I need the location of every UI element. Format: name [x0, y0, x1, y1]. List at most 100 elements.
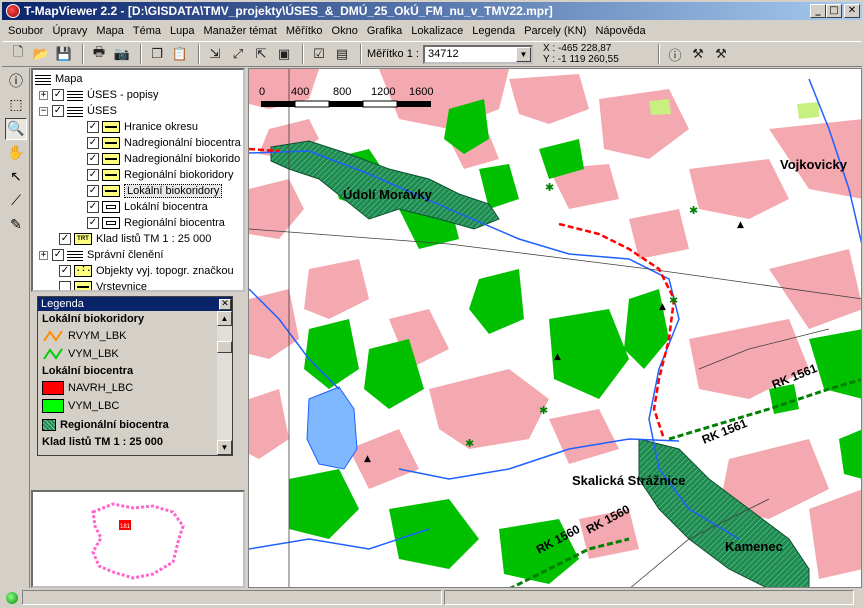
info-icon[interactable]: ⓘ [665, 44, 685, 64]
hatch-swatch-icon [42, 419, 56, 431]
layer-checkbox[interactable]: ✓ [87, 217, 99, 229]
menu-legenda[interactable]: Legenda [472, 25, 515, 37]
legend-entry-label: VYM_LBC [68, 400, 120, 412]
maximize-button[interactable]: □ [826, 4, 842, 18]
line-layer-icon [102, 169, 120, 181]
menu-okno[interactable]: Okno [332, 25, 358, 37]
layer-checkbox[interactable]: ✓ [87, 185, 99, 197]
polygon-layer-icon [102, 201, 120, 213]
layer-checkbox[interactable]: ✓ [87, 201, 99, 213]
tree-item-selected[interactable]: ✓ Lokální biokoridory [87, 183, 223, 199]
coord-y: Y : -1 119 260,55 [542, 54, 619, 65]
new-file-icon[interactable]: 🗋 [8, 44, 28, 64]
chevron-down-icon[interactable]: ▼ [515, 46, 531, 62]
save-icon[interactable]: 💾 [54, 44, 74, 64]
tree-root[interactable]: Mapa [35, 71, 83, 87]
menu-manazer-temat[interactable]: Manažer témat [203, 25, 276, 37]
legend-close-button[interactable]: ✕ [219, 298, 231, 310]
status-pane-main [22, 590, 442, 605]
coordinates-readout: X : -465 228,87 Y : -1 119 260,55 [543, 43, 653, 65]
layer-checkbox[interactable]: ✓ [52, 105, 64, 117]
svg-text:✱: ✱ [545, 181, 554, 194]
scroll-up-icon[interactable]: ▲ [217, 311, 232, 326]
menu-mapa[interactable]: Mapa [96, 25, 124, 37]
zoom-in-icon[interactable]: ⇲ [205, 44, 225, 64]
paste-icon[interactable]: 📋 [170, 44, 190, 64]
title-bar[interactable]: T-MapViewer 2.2 - [D:\GISDATA\TMV_projek… [2, 2, 862, 20]
tree-item-label: Vrstevnice [96, 281, 147, 292]
tree-item[interactable]: ✓ Hranice okresu [87, 119, 198, 135]
layer-checkbox[interactable]: ✓ [87, 169, 99, 181]
menu-bar: Soubor Úpravy Mapa Téma Lupa Manažer tém… [2, 21, 862, 40]
tree-item[interactable]: + ✓ Správní členění [39, 247, 163, 263]
tree-item[interactable]: ✓ Regionální biocentra [87, 215, 225, 231]
tree-item[interactable]: ✓ TRT Klad listů TM 1 : 25 000 [59, 231, 211, 247]
place-label: Vojkovicky [780, 157, 847, 172]
layer-checkbox[interactable] [59, 281, 71, 290]
info-pointer-icon[interactable]: ↖ [5, 166, 27, 188]
copy-icon[interactable]: ❐ [147, 44, 167, 64]
tree-item[interactable]: Vrstevnice [59, 279, 147, 292]
tools-icon[interactable]: ⚒ [688, 44, 708, 64]
overview-icon[interactable]: ☑ [309, 44, 329, 64]
layers-icon [35, 73, 51, 85]
camera-icon[interactable]: 📷 [112, 44, 132, 64]
info-icon[interactable]: ⓘ [5, 70, 27, 92]
collapse-icon[interactable]: − [39, 106, 48, 116]
line-layer-icon [102, 185, 120, 197]
select-icon[interactable]: ⬚ [5, 94, 27, 116]
scroll-thumb[interactable] [217, 341, 232, 353]
tree-item[interactable]: ✓ Nadregionální biocentra [87, 135, 241, 151]
main-toolbar: 🗋 📂 💾 🖶 📷 ❐ 📋 ⇲ ⤢ ⇱ ▣ ☑ ▤ Měřítko 1 : 34… [2, 41, 862, 67]
close-button[interactable]: ✕ [844, 4, 860, 18]
layer-checkbox[interactable]: ✓ [87, 153, 99, 165]
menu-soubor[interactable]: Soubor [8, 25, 43, 37]
tree-item[interactable]: ✓ Nadregionální biokorido [87, 151, 240, 167]
layer-checkbox[interactable]: ✓ [52, 89, 64, 101]
tree-item[interactable]: ✓ Objekty vyj. topogr. značkou [59, 263, 234, 279]
menu-tema[interactable]: Téma [133, 25, 161, 37]
expand-icon[interactable]: + [39, 90, 48, 100]
layer-checkbox[interactable]: ✓ [52, 249, 64, 261]
tree-item[interactable]: ✓ Regionální biokoridory [87, 167, 233, 183]
legend-entry-label: NAVRH_LBC [68, 382, 134, 394]
legend-titlebar[interactable]: Legenda ✕ [38, 297, 232, 311]
scale-tick-label: 400 [291, 86, 309, 98]
pencil-icon[interactable]: ✎ [5, 214, 27, 236]
map-svg: 0 400 800 1200 1600 RK 1561 RK 1561 RK 1… [249, 69, 861, 587]
scale-select[interactable]: 34712 ▼ [422, 44, 533, 64]
legend-scrollbar[interactable]: ▲ ▼ [217, 311, 232, 455]
open-folder-icon[interactable]: 📂 [31, 44, 51, 64]
layer-checkbox[interactable]: ✓ [59, 233, 71, 245]
zoom-icon[interactable]: 🔍 [5, 118, 27, 140]
zoom-out-icon[interactable]: ⇱ [251, 44, 271, 64]
layer-checkbox[interactable]: ✓ [59, 265, 71, 277]
print-icon[interactable]: 🖶 [89, 44, 109, 64]
zoom-full-icon[interactable]: ▣ [274, 44, 294, 64]
map-canvas[interactable]: 0 400 800 1200 1600 RK 1561 RK 1561 RK 1… [248, 68, 862, 588]
minimize-button[interactable]: _ [810, 4, 826, 18]
menu-parcely[interactable]: Parcely (KN) [524, 25, 586, 37]
layer-checkbox[interactable]: ✓ [87, 121, 99, 133]
tree-item[interactable]: ✓ Lokální biocentra [87, 199, 208, 215]
tree-item[interactable]: + ✓ ÚSES - popisy [39, 87, 159, 103]
menu-napoveda[interactable]: Nápověda [595, 25, 645, 37]
hammer-icon[interactable]: ⚒ [711, 44, 731, 64]
menu-lokalizace[interactable]: Lokalizace [411, 25, 463, 37]
pan-icon[interactable]: ✋ [5, 142, 27, 164]
menu-upravy[interactable]: Úpravy [52, 25, 87, 37]
svg-text:▲: ▲ [659, 302, 666, 312]
expand-icon[interactable]: + [39, 250, 48, 260]
measure-icon[interactable]: ⟋ [5, 190, 27, 212]
fill-swatch-icon [42, 399, 64, 413]
scroll-down-icon[interactable]: ▼ [217, 440, 232, 455]
zoom-extent-icon[interactable]: ⤢ [228, 44, 248, 64]
overview-map[interactable]: 181 [31, 490, 245, 588]
window-icon[interactable]: ▤ [332, 44, 352, 64]
layer-checkbox[interactable]: ✓ [87, 137, 99, 149]
tree-item[interactable]: − ✓ ÚSES [39, 103, 117, 119]
menu-lupa[interactable]: Lupa [170, 25, 194, 37]
overview-label: 181 [120, 524, 131, 530]
menu-meritko[interactable]: Měřítko [286, 25, 323, 37]
menu-grafika[interactable]: Grafika [367, 25, 402, 37]
